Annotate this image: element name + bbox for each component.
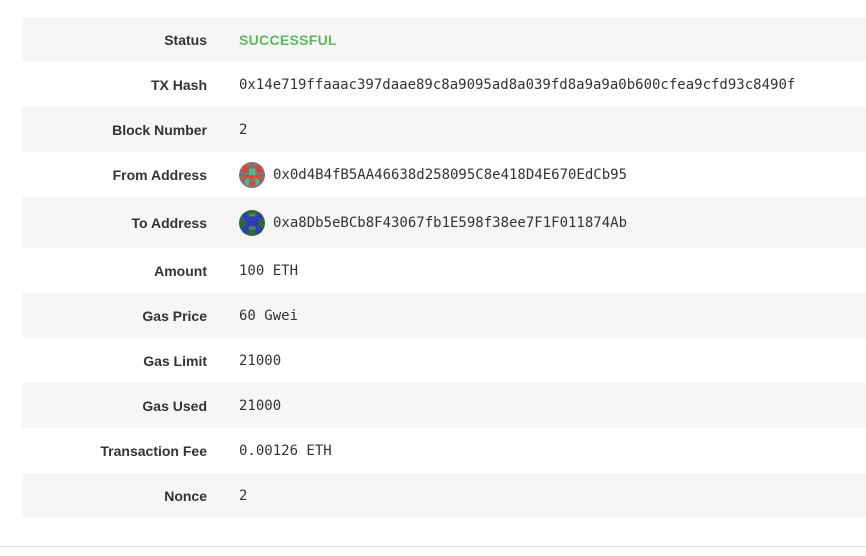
transaction-fee-value: 0.00126 ETH — [239, 442, 332, 459]
divider — [0, 546, 866, 547]
transaction-details-table: Status SUCCESSFUL TX Hash 0x14e719ffaaac… — [22, 17, 866, 518]
gas-price-value: 60 Gwei — [239, 307, 299, 324]
tx-hash-value: 0x14e719ffaaac397daae89c8a9095ad8a039fd8… — [239, 76, 796, 93]
to-address-text: 0xa8Db5eBCb8F43067fb1E598f38ee7F1F011874… — [273, 214, 628, 231]
row-tx-hash: TX Hash 0x14e719ffaaac397daae89c8a9095ad… — [22, 62, 866, 107]
from-address-label: From Address — [112, 166, 207, 183]
to-address-value[interactable]: 0xa8Db5eBCb8F43067fb1E598f38ee7F1F011874… — [239, 209, 628, 236]
gas-used-label: Gas Used — [142, 397, 207, 414]
row-to-address: To Address 0xa8Db5eBCb8F43067fb1E598f38e… — [22, 197, 866, 248]
transaction-details-page: Status SUCCESSFUL TX Hash 0x14e719ffaaac… — [0, 0, 866, 556]
nonce-value: 2 — [239, 487, 248, 504]
tx-hash-label: TX Hash — [150, 76, 207, 93]
identicon-icon — [239, 209, 265, 236]
row-gas-limit: Gas Limit 21000 — [22, 338, 866, 383]
transaction-fee-label: Transaction Fee — [100, 442, 207, 459]
status-badge: SUCCESSFUL — [239, 31, 337, 48]
gas-limit-label: Gas Limit — [143, 352, 207, 369]
status-label: Status — [164, 31, 207, 48]
gas-price-label: Gas Price — [142, 307, 207, 324]
nonce-label: Nonce — [164, 487, 207, 504]
row-status: Status SUCCESSFUL — [22, 17, 866, 62]
row-from-address: From Address 0x0d4B4fB5AA46638d258095C8e… — [22, 152, 866, 197]
block-number-value[interactable]: 2 — [239, 122, 247, 138]
identicon-icon — [239, 161, 265, 188]
from-address-value[interactable]: 0x0d4B4fB5AA46638d258095C8e418D4E670EdCb… — [239, 161, 628, 188]
gas-used-value: 21000 — [239, 397, 282, 414]
row-transaction-fee: Transaction Fee 0.00126 ETH — [22, 428, 866, 473]
from-address-text: 0x0d4B4fB5AA46638d258095C8e418D4E670EdCb… — [273, 166, 628, 183]
amount-value: 100 ETH — [239, 262, 299, 279]
to-address-label: To Address — [131, 214, 207, 231]
row-gas-used: Gas Used 21000 — [22, 383, 866, 428]
row-amount: Amount 100 ETH — [22, 248, 866, 293]
row-gas-price: Gas Price 60 Gwei — [22, 293, 866, 338]
gas-limit-value: 21000 — [239, 352, 282, 369]
row-block-number: Block Number 2 — [22, 107, 866, 152]
block-number-label: Block Number — [112, 121, 207, 138]
status-value: SUCCESSFUL — [239, 32, 337, 48]
amount-label: Amount — [154, 262, 207, 279]
row-nonce: Nonce 2 — [22, 473, 866, 518]
